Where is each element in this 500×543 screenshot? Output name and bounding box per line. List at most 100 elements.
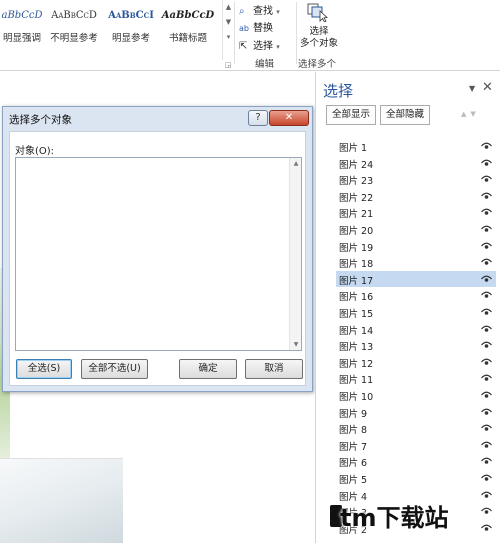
- pane-item[interactable]: 图片 22: [336, 188, 496, 204]
- ok-button[interactable]: 确定: [179, 359, 237, 379]
- pane-item[interactable]: 图片 1: [336, 138, 496, 154]
- editing-group: ⌕ 查找 ▾ ab 替换 ⇱ 选择 ▾ 编辑: [237, 0, 297, 70]
- style-label: 明显强调: [2, 33, 41, 44]
- visibility-eye-icon[interactable]: [481, 490, 492, 500]
- style-sample: AaBbCcD: [161, 10, 215, 21]
- visibility-eye-icon[interactable]: [481, 473, 492, 483]
- styles-dialog-launcher-icon[interactable]: ◲: [225, 61, 232, 69]
- pane-item[interactable]: 图片 24: [336, 155, 496, 171]
- pane-item-name: 图片 6: [339, 458, 368, 469]
- pane-item-name: 图片 5: [339, 475, 368, 486]
- more-icon[interactable]: ▾: [223, 30, 234, 45]
- style-intense-emphasis[interactable]: aBbCcD 明显强调: [0, 0, 50, 50]
- select-multiple-group-label: 选择多个: [298, 59, 337, 70]
- list-scrollbar[interactable]: ▲ ▼: [289, 158, 301, 350]
- visibility-eye-icon[interactable]: [481, 290, 492, 300]
- pane-item[interactable]: 图片 17: [336, 271, 496, 287]
- scroll-up-icon[interactable]: ▲: [290, 160, 302, 167]
- pane-item[interactable]: 图片 16: [336, 287, 496, 303]
- pane-item-name: 图片 19: [339, 243, 374, 254]
- pane-item[interactable]: 图片 14: [336, 321, 496, 337]
- pane-item[interactable]: 图片 18: [336, 254, 496, 270]
- pane-item[interactable]: 图片 21: [336, 204, 496, 220]
- styles-gallery: aBbCcD 明显强调 AaBbCcD 不明显参考 AaBbCcI 明显参考 A…: [0, 0, 222, 52]
- scroll-down-icon[interactable]: ▼: [290, 341, 302, 348]
- pane-item[interactable]: 图片 12: [336, 354, 496, 370]
- visibility-eye-icon[interactable]: [481, 174, 492, 184]
- visibility-eye-icon[interactable]: [481, 456, 492, 466]
- visibility-eye-icon[interactable]: [481, 357, 492, 367]
- visibility-eye-icon[interactable]: [481, 307, 492, 317]
- visibility-eye-icon[interactable]: [481, 390, 492, 400]
- visibility-eye-icon[interactable]: [481, 241, 492, 251]
- visibility-eye-icon[interactable]: [481, 423, 492, 433]
- close-icon[interactable]: ✕: [482, 80, 493, 95]
- pane-item[interactable]: 图片 8: [336, 420, 496, 436]
- pane-item[interactable]: 图片 11: [336, 370, 496, 386]
- editing-group-label: 编辑: [255, 59, 275, 70]
- select-all-button[interactable]: 全选(S): [16, 359, 72, 379]
- close-button[interactable]: ✕: [269, 110, 309, 126]
- pane-item[interactable]: 图片 19: [336, 238, 496, 254]
- document-image[interactable]: [0, 458, 123, 543]
- pane-item[interactable]: 图片 5: [336, 470, 496, 486]
- style-label: 书籍标题: [168, 33, 207, 44]
- replace-button[interactable]: ab 替换: [239, 19, 273, 35]
- visibility-eye-icon[interactable]: [481, 340, 492, 350]
- pane-item[interactable]: 图片 23: [336, 171, 496, 187]
- style-subtle-reference[interactable]: AaBbCcD 不明显参考: [46, 0, 102, 50]
- visibility-eye-icon[interactable]: [481, 407, 492, 417]
- select-multiple-button[interactable]: 选择 多个对象: [298, 26, 340, 50]
- deselect-all-button[interactable]: 全部不选(U): [81, 359, 148, 379]
- show-all-button[interactable]: 全部显示: [326, 105, 376, 125]
- cancel-button[interactable]: 取消: [245, 359, 303, 379]
- pane-item-name: 图片 14: [339, 326, 374, 337]
- pane-item[interactable]: 图片 10: [336, 387, 496, 403]
- visibility-eye-icon[interactable]: [481, 191, 492, 201]
- gallery-scroll[interactable]: ▲ ▼ ▾: [222, 0, 234, 60]
- visibility-eye-icon[interactable]: [481, 207, 492, 217]
- visibility-eye-icon[interactable]: [481, 506, 492, 516]
- help-button[interactable]: ?: [248, 110, 268, 126]
- pane-item[interactable]: 图片 7: [336, 437, 496, 453]
- watermark: tm下载站: [340, 504, 449, 532]
- pane-item[interactable]: 图片 6: [336, 453, 496, 469]
- find-label: 查找: [253, 6, 273, 17]
- objects-label: 对象(O):: [15, 146, 55, 157]
- style-book-title[interactable]: AaBbCcD 书籍标题: [160, 0, 216, 50]
- divider: [296, 2, 297, 64]
- style-intense-reference[interactable]: AaBbCcI 明显参考: [103, 0, 159, 50]
- dialog-titlebar[interactable]: 选择多个对象 ? ✕: [3, 107, 312, 129]
- style-sample: aBbCcD: [1, 10, 43, 21]
- visibility-eye-icon[interactable]: [481, 141, 492, 151]
- reorder-arrows-icon[interactable]: ▲▼: [461, 110, 480, 118]
- visibility-eye-icon[interactable]: [481, 523, 492, 533]
- visibility-eye-icon[interactable]: [481, 324, 492, 334]
- select-button[interactable]: ⇱ 选择 ▾: [239, 37, 280, 53]
- pane-item[interactable]: 图片 20: [336, 221, 496, 237]
- ribbon: aBbCcD 明显强调 AaBbCcD 不明显参考 AaBbCcI 明显参考 A…: [0, 0, 500, 71]
- pane-item[interactable]: 图片 9: [336, 404, 496, 420]
- select-multiple-group: 选择 多个对象 选择多个: [298, 0, 340, 70]
- visibility-eye-icon[interactable]: [481, 373, 492, 383]
- visibility-eye-icon[interactable]: [481, 274, 492, 284]
- pane-title: 选择: [323, 82, 354, 100]
- pane-item[interactable]: 图片 13: [336, 337, 496, 353]
- pane-options-icon[interactable]: ▼: [469, 84, 475, 93]
- search-icon: ⌕: [239, 6, 245, 17]
- pane-item-name: 图片 24: [339, 160, 374, 171]
- chevron-up-icon[interactable]: ▲: [223, 0, 234, 15]
- replace-label: 替换: [253, 23, 273, 34]
- visibility-eye-icon[interactable]: [481, 224, 492, 234]
- objects-list[interactable]: ▲ ▼: [15, 157, 302, 351]
- pane-item[interactable]: 图片 15: [336, 304, 496, 320]
- visibility-eye-icon[interactable]: [481, 257, 492, 267]
- selection-pane: 选择 ▼ ✕ 全部显示 全部隐藏 ▲▼ 图片 1 图片 24 图片 23 图片 22 图…: [315, 72, 500, 543]
- pane-item-name: 图片 12: [339, 359, 374, 370]
- visibility-eye-icon[interactable]: [481, 440, 492, 450]
- visibility-eye-icon[interactable]: [481, 158, 492, 168]
- pane-item-name: 图片 1: [339, 143, 368, 154]
- chevron-down-icon[interactable]: ▼: [223, 15, 234, 30]
- hide-all-button[interactable]: 全部隐藏: [380, 105, 430, 125]
- find-button[interactable]: ⌕ 查找 ▾: [239, 2, 280, 18]
